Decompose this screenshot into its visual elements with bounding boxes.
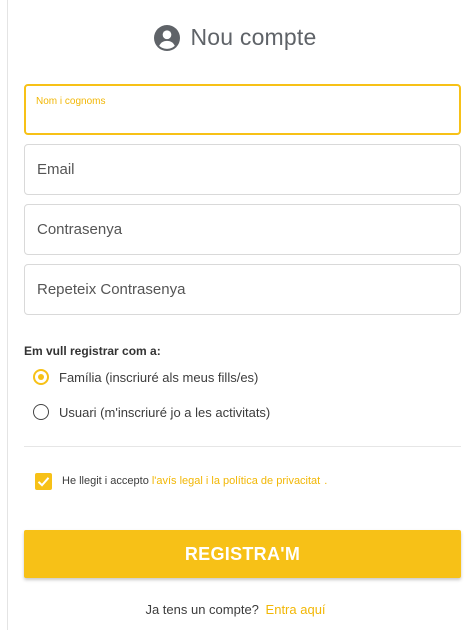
left-border-line: [7, 0, 8, 630]
consent-checkbox[interactable]: [35, 472, 52, 490]
radio-option-family-label: Família (inscriuré als meus fills/es): [59, 369, 259, 385]
radio-option-user-label: Usuari (m'inscriuré jo a les activitats): [59, 404, 271, 420]
page-title: Nou compte: [190, 24, 317, 50]
page-header: Nou compte: [0, 24, 471, 51]
radio-checked-icon[interactable]: [33, 369, 49, 385]
email-input[interactable]: [25, 145, 460, 194]
footer: Ja tens un compte? Entra aquí: [0, 602, 471, 617]
repeat-password-field[interactable]: [24, 264, 461, 315]
consent-row: He llegit i accepto l'avís legal i la po…: [35, 472, 327, 490]
radio-unchecked-icon[interactable]: [33, 404, 49, 420]
divider: [24, 446, 461, 447]
registration-type-label: Em vull registrar com a:: [24, 344, 161, 358]
legal-notice-link[interactable]: l'avís legal i la política de privacitat: [152, 475, 320, 487]
radio-option-family[interactable]: Família (inscriuré als meus fills/es): [33, 367, 258, 387]
password-input[interactable]: [25, 205, 460, 254]
repeat-password-input[interactable]: [25, 265, 460, 314]
password-field[interactable]: [24, 204, 461, 255]
consent-text: He llegit i accepto: [62, 475, 149, 487]
footer-text: Ja tens un compte?: [145, 602, 259, 617]
name-field[interactable]: Nom i cognoms: [24, 84, 461, 135]
account-circle-icon: [154, 24, 181, 51]
checkmark-icon: [37, 476, 50, 487]
consent-suffix: .: [324, 475, 328, 487]
register-button[interactable]: REGISTRA'M: [24, 530, 461, 578]
email-field[interactable]: [24, 144, 461, 195]
radio-option-user[interactable]: Usuari (m'inscriuré jo a les activitats): [33, 402, 270, 422]
login-link[interactable]: Entra aquí: [266, 602, 326, 617]
name-input[interactable]: [26, 86, 459, 133]
